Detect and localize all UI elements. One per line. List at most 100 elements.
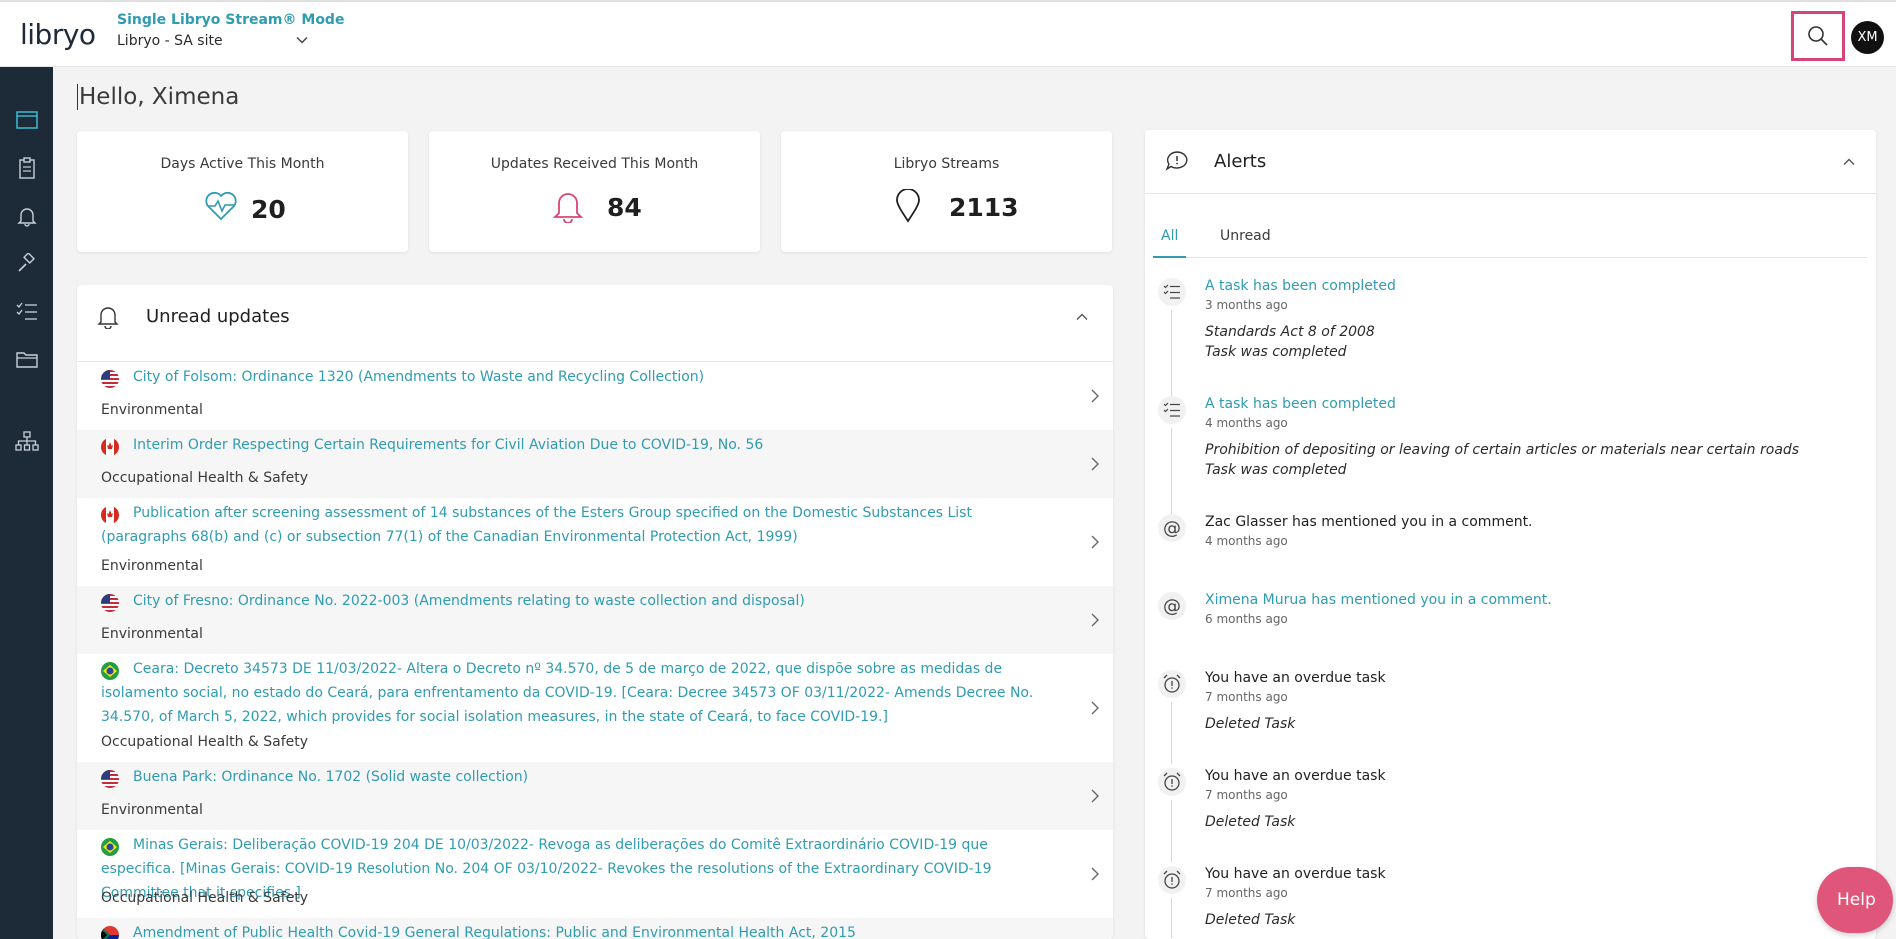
update-title[interactable]: Buena Park: Ordinance No. 1702 (Solid wa… [101, 765, 1061, 789]
search-icon [1808, 26, 1828, 46]
update-category: Environmental [101, 802, 203, 818]
update-row[interactable]: City of Fresno: Ordinance No. 2022-003 (… [77, 586, 1113, 654]
chevron-right-icon[interactable] [1090, 788, 1100, 807]
help-button[interactable]: Help [1817, 867, 1893, 933]
stat-card-updates-received: Updates Received This Month 84 [429, 131, 760, 252]
update-title[interactable]: Ceara: Decreto 34573 DE 11/03/2022- Alte… [101, 657, 1061, 729]
alert-item[interactable]: @ Zac Glasser has mentioned you in a com… [1145, 514, 1876, 592]
update-category: Occupational Health & Safety [101, 470, 309, 486]
alert-description: Prohibition of depositing or leaving of … [1205, 442, 1800, 458]
alert-status: Task was completed [1205, 344, 1347, 360]
tab-all[interactable]: All [1153, 223, 1187, 258]
chevron-right-icon[interactable] [1090, 700, 1100, 719]
stat-value: 20 [251, 195, 286, 224]
alert-item[interactable]: You have an overdue task 7 months ago De… [1145, 670, 1876, 768]
alert-title[interactable]: You have an overdue task [1205, 670, 1386, 686]
alert-time: 7 months ago [1205, 690, 1288, 704]
task-list-icon [1158, 396, 1186, 424]
alert-title[interactable]: A task has been completed [1205, 278, 1396, 294]
update-row[interactable]: Amendment of Public Health Covid-19 Gene… [77, 918, 1113, 939]
timeline-line [1171, 898, 1172, 938]
update-row[interactable]: Ceara: Decreto 34573 DE 11/03/2022- Alte… [77, 654, 1113, 762]
folder-icon[interactable] [14, 347, 40, 373]
update-row[interactable]: Buena Park: Ordinance No. 1702 (Solid wa… [77, 762, 1113, 830]
update-title[interactable]: Interim Order Respecting Certain Require… [101, 433, 1061, 457]
alert-item[interactable]: You have an overdue task 7 months ago De… [1145, 866, 1876, 939]
libryo-logo[interactable]: libryo [20, 18, 96, 51]
alert-item[interactable]: @ Ximena Murua has mentioned you in a co… [1145, 592, 1876, 670]
heartbeat-icon [204, 191, 238, 225]
update-row[interactable]: City of Folsom: Ordinance 1320 (Amendmen… [77, 362, 1113, 430]
alert-time: 7 months ago [1205, 788, 1288, 802]
browser-window-icon[interactable] [14, 107, 40, 133]
alert-title[interactable]: You have an overdue task [1205, 866, 1386, 882]
at-sign-icon: @ [1158, 592, 1186, 620]
alert-description: Standards Act 8 of 2008 [1205, 324, 1375, 340]
stream-mode-title: Single Libryo Stream® Mode [117, 12, 345, 28]
timeline-line [1171, 310, 1172, 400]
alert-title[interactable]: You have an overdue task [1205, 768, 1386, 784]
stat-value: 2113 [949, 193, 1019, 222]
clipboard-icon[interactable] [14, 155, 40, 181]
chevron-up-icon[interactable] [1075, 309, 1089, 328]
update-category: Environmental [101, 626, 203, 642]
checklist-icon[interactable] [14, 299, 40, 325]
alert-item[interactable]: A task has been completed 3 months ago S… [1145, 278, 1876, 400]
alert-item[interactable]: You have an overdue task 7 months ago De… [1145, 768, 1876, 866]
alarm-clock-icon [1158, 866, 1186, 894]
chevron-up-icon[interactable] [1842, 154, 1856, 173]
alert-description: Deleted Task [1205, 912, 1296, 928]
update-row[interactable]: Interim Order Respecting Certain Require… [77, 430, 1113, 498]
chevron-right-icon[interactable] [1090, 612, 1100, 631]
chevron-right-icon[interactable] [1090, 388, 1100, 407]
timeline-line [1171, 800, 1172, 862]
stat-label: Days Active This Month [160, 156, 325, 172]
timeline-line [1171, 702, 1172, 764]
stream-selector-value: Libryo - SA site [117, 33, 223, 49]
chevron-right-icon[interactable] [1090, 534, 1100, 553]
alert-time: 7 months ago [1205, 886, 1288, 900]
chevron-right-icon[interactable] [1090, 456, 1100, 475]
alert-title[interactable]: A task has been completed [1205, 396, 1396, 412]
update-row[interactable]: Publication after screening assessment o… [77, 498, 1113, 586]
alert-time: 4 months ago [1205, 416, 1288, 430]
unread-updates-header[interactable]: Unread updates [77, 285, 1113, 362]
stream-selector[interactable]: Libryo - SA site [117, 33, 317, 49]
alert-title[interactable]: Zac Glasser has mentioned you in a comme… [1205, 514, 1533, 530]
alert-time: 4 months ago [1205, 534, 1288, 548]
stat-label: Libryo Streams [893, 156, 1000, 172]
update-title[interactable]: City of Folsom: Ordinance 1320 (Amendmen… [101, 365, 1061, 389]
bell-icon [97, 305, 119, 333]
map-pin-icon [894, 188, 922, 227]
update-title[interactable]: City of Fresno: Ordinance No. 2022-003 (… [101, 589, 1061, 613]
alerts-header[interactable]: Alerts [1145, 130, 1876, 194]
chevron-down-icon[interactable] [295, 33, 309, 51]
alerts-tabs: All Unread [1153, 213, 1867, 258]
chat-alert-icon [1165, 150, 1189, 176]
update-category: Environmental [101, 402, 203, 418]
update-title[interactable]: Amendment of Public Health Covid-19 Gene… [101, 921, 1061, 939]
alert-description: Deleted Task [1205, 716, 1296, 732]
alert-time: 6 months ago [1205, 612, 1288, 626]
gavel-icon[interactable] [14, 251, 40, 277]
stat-card-libryo-streams: Libryo Streams 2113 [781, 131, 1112, 252]
top-bar: libryo Single Libryo Stream® Mode Libryo… [0, 0, 1896, 67]
search-button[interactable] [1791, 11, 1845, 61]
update-row[interactable]: Minas Gerais: Deliberação COVID-19 204 D… [77, 830, 1113, 918]
update-title[interactable]: Publication after screening assessment o… [101, 501, 1061, 549]
tab-unread[interactable]: Unread [1220, 223, 1271, 268]
timeline-line [1171, 428, 1172, 518]
at-sign-icon: @ [1158, 514, 1186, 542]
alerts-title: Alerts [1214, 151, 1267, 172]
alarm-clock-icon [1158, 768, 1186, 796]
chevron-right-icon[interactable] [1090, 866, 1100, 885]
alert-item[interactable]: A task has been completed 4 months ago P… [1145, 396, 1876, 518]
stat-label: Updates Received This Month [490, 156, 699, 172]
update-category: Occupational Health & Safety [101, 890, 309, 906]
alert-title[interactable]: Ximena Murua has mentioned you in a comm… [1205, 592, 1552, 608]
org-chart-icon[interactable] [14, 428, 40, 454]
sidebar [0, 67, 53, 939]
unread-updates-title: Unread updates [146, 306, 290, 327]
bell-icon[interactable] [14, 203, 40, 229]
user-avatar[interactable]: XM [1851, 21, 1884, 54]
